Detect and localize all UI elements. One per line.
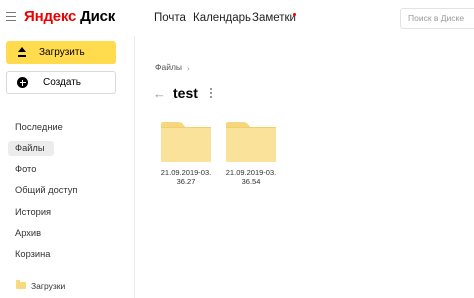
folder-name-line: 21.09.2019-03. (160, 168, 212, 177)
folder-item[interactable] (226, 122, 276, 162)
create-button[interactable]: Создать (6, 71, 116, 94)
sidebar-item-trash[interactable]: Корзина (15, 249, 50, 259)
sidebar-item-recent[interactable]: Последние (15, 122, 63, 132)
sidebar-item-shared[interactable]: Общий доступ (15, 185, 77, 195)
logo-yandex-text: Яндекс (24, 8, 77, 25)
create-button-label: Создать (43, 77, 82, 88)
logo-disk-text: Диск (80, 8, 116, 25)
notes-notification-dot (293, 13, 296, 16)
plus-circle-icon (17, 77, 28, 88)
hamburger-menu-icon[interactable] (6, 12, 16, 22)
folder-name: 21.09.2019-03. 36.54 (221, 168, 281, 186)
sidebar-item-photo[interactable]: Фото (15, 164, 36, 174)
search-input[interactable]: Поиск в Диске (400, 8, 474, 29)
more-options-icon[interactable] (210, 88, 212, 99)
sidebar-item-files[interactable]: Файлы (15, 143, 45, 153)
upload-button-label: Загрузить (39, 47, 85, 58)
yandex-disk-logo[interactable]: Яндекс Диск (24, 8, 115, 25)
nav-notes-link[interactable]: Заметки (252, 12, 296, 24)
sidebar-item-downloads[interactable]: Загрузки (31, 281, 65, 291)
sidebar-item-history[interactable]: История (15, 207, 51, 217)
page-title: test (173, 85, 198, 101)
folder-name-line: 36.54 (241, 177, 261, 186)
top-header: Яндекс Диск Почта Календарь Заметки Поис… (0, 0, 474, 36)
upload-icon (18, 47, 26, 57)
search-placeholder: Поиск в Диске (408, 13, 465, 23)
nav-calendar-link[interactable]: Календарь (193, 12, 251, 24)
folder-name-line: 36.27 (176, 177, 196, 186)
nav-mail-link[interactable]: Почта (154, 12, 186, 24)
folder-name: 21.09.2019-03. 36.27 (156, 168, 216, 186)
folder-icon (16, 280, 26, 289)
back-arrow-icon[interactable]: ← (153, 86, 166, 101)
breadcrumb-files[interactable]: Файлы (155, 62, 182, 72)
breadcrumb-chevron-icon: › (187, 64, 190, 73)
upload-button[interactable]: Загрузить (6, 41, 116, 64)
folder-item[interactable] (161, 122, 211, 162)
folder-name-line: 21.09.2019-03. (225, 168, 277, 177)
sidebar-item-archive[interactable]: Архив (15, 228, 41, 238)
